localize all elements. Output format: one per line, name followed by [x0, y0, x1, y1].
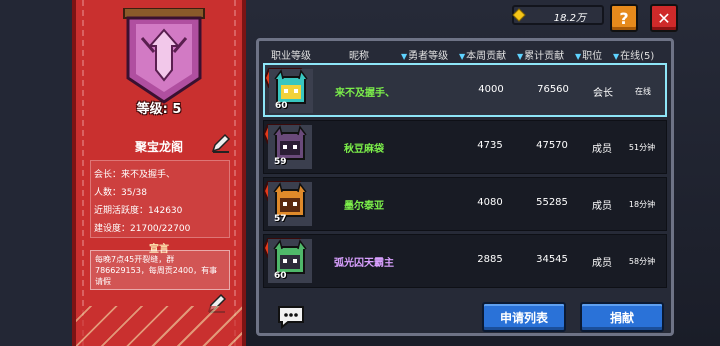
- member-level: 60: [275, 101, 288, 111]
- donate-button[interactable]: 捐献: [580, 302, 664, 332]
- member-week-contrib: 4735: [477, 140, 503, 151]
- member-row[interactable]: 60 弧光囚天霸主 EX1 2885 34545 成员 58分钟: [263, 234, 667, 288]
- member-position: 成员: [592, 201, 612, 212]
- member-name: 弧光囚天霸主: [334, 258, 394, 269]
- notice-text: 每晚7点45开裂缝，群786629153，每周贡2400，有事请假: [90, 250, 230, 290]
- member-week-contrib: 4000: [478, 84, 504, 95]
- member-row[interactable]: 57 墨尔泰亚 EX1 4080 55285 成员 18分钟: [263, 177, 667, 231]
- chat-icon[interactable]: [276, 305, 306, 329]
- member-online-status: 18分钟: [628, 200, 656, 209]
- header-total-contrib[interactable]: ▼累计贡献: [517, 47, 564, 62]
- member-online-status: 51分钟: [628, 143, 656, 152]
- guild-level: 等级: 5: [136, 102, 182, 117]
- member-week-contrib: 4080: [477, 197, 503, 208]
- member-name: 墨尔泰亚: [344, 201, 384, 212]
- help-button[interactable]: ?: [610, 4, 638, 32]
- member-total-contrib: 34545: [536, 254, 568, 265]
- header-hero-level[interactable]: ▼勇者等级: [401, 47, 448, 62]
- currency-display: 18.2万: [512, 5, 604, 25]
- member-name: 来不及握手、: [335, 88, 395, 99]
- header-week-contrib[interactable]: ▼本周贡献: [459, 47, 506, 62]
- close-button[interactable]: ✕: [650, 4, 678, 32]
- member-name: 秋豆麻袋: [344, 144, 384, 155]
- member-avatar: 60: [269, 69, 313, 113]
- header-position[interactable]: ▼职位: [575, 47, 602, 62]
- member-week-contrib: 2885: [477, 254, 503, 265]
- header-nickname[interactable]: 昵称: [349, 47, 369, 62]
- table-header: 职业等级 昵称 ▼勇者等级 ▼本周贡献 ▼累计贡献 ▼职位 ▼在线(5): [259, 45, 671, 62]
- left-edge-decoration: [0, 0, 74, 346]
- header-online[interactable]: ▼在线(5): [613, 47, 654, 62]
- member-panel: 职业等级 昵称 ▼勇者等级 ▼本周贡献 ▼累计贡献 ▼职位 ▼在线(5) 60 …: [256, 38, 674, 336]
- member-avatar: 60: [268, 239, 312, 283]
- member-online-status: 58分钟: [628, 257, 656, 266]
- banner-fringe: [76, 306, 242, 346]
- member-level: 57: [274, 214, 287, 224]
- member-total-contrib: 47570: [536, 140, 568, 151]
- member-position: 会长: [593, 88, 613, 99]
- member-total-contrib: 55285: [536, 197, 568, 208]
- member-row[interactable]: 59 秋豆麻袋 EX1 4735 47570 成员 51分钟: [263, 120, 667, 174]
- member-position: 成员: [592, 258, 612, 269]
- edit-name-icon[interactable]: [210, 132, 232, 154]
- info-activity: 近期活跃度：142630: [94, 206, 183, 216]
- member-avatar: 57: [268, 182, 312, 226]
- info-members: 人数：35/38: [94, 188, 147, 198]
- guild-emblem-icon: [123, 8, 205, 104]
- member-level: 59: [274, 157, 287, 167]
- guild-banner: 等级: 5 聚宝龙阁 会长：来不及握手、 人数：35/38 近期活跃度：1426…: [72, 0, 246, 346]
- currency-value: 18.2万: [553, 13, 586, 24]
- member-position: 成员: [592, 144, 612, 155]
- member-level: 60: [274, 271, 287, 281]
- member-avatar: 59: [268, 125, 312, 169]
- info-construction: 建设度：21700/22700: [94, 224, 191, 234]
- member-total-contrib: 76560: [537, 84, 569, 95]
- member-row[interactable]: 60 来不及握手、 EX1 4000 76560 会长 在线: [263, 63, 667, 117]
- member-online-status: 在线: [635, 87, 651, 96]
- gem-icon: [512, 8, 526, 22]
- header-job-level[interactable]: 职业等级: [271, 47, 311, 62]
- member-list[interactable]: 60 来不及握手、 EX1 4000 76560 会长 在线 59 秋豆麻袋 E…: [263, 63, 667, 291]
- info-leader: 会长：来不及握手、: [94, 170, 176, 180]
- apply-list-button[interactable]: 申请列表: [482, 302, 566, 332]
